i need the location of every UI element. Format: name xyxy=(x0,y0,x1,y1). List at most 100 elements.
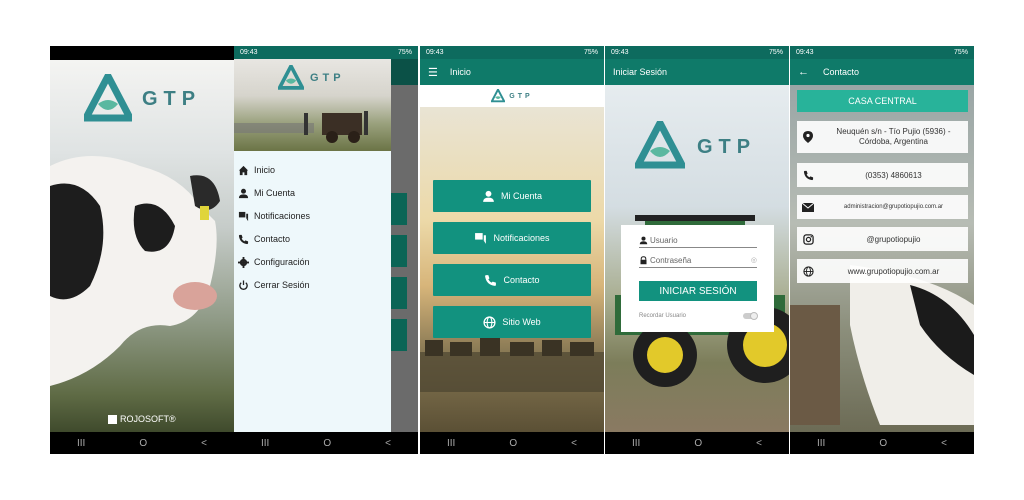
person-icon xyxy=(483,190,494,202)
drawer-item-mi-cuenta[interactable]: Mi Cuenta xyxy=(238,184,295,202)
back-button[interactable]: < xyxy=(385,438,391,449)
home-button[interactable]: O xyxy=(694,438,702,449)
drawer-screen: 09:43 75% GTP Inicio Mi Cuenta Notificac… xyxy=(234,46,418,454)
hamburger-menu-icon[interactable]: ☰ xyxy=(428,66,438,79)
home-button-mi-cuenta[interactable]: Mi Cuenta xyxy=(433,180,591,212)
system-nav-bar: III O < xyxy=(605,432,789,454)
phone-icon xyxy=(485,274,497,286)
contact-instagram-text: @grupotiopujio xyxy=(866,234,921,244)
system-nav-bar: III O < xyxy=(50,432,234,454)
contact-app-bar: ← Contacto xyxy=(790,59,974,85)
contact-web-text: www.grupotiopujio.com.ar xyxy=(847,266,940,276)
back-button[interactable]: < xyxy=(201,438,207,449)
home-icon xyxy=(238,165,249,175)
phone-icon xyxy=(803,170,813,180)
globe-icon xyxy=(802,265,814,277)
casa-central-header: CASA CENTRAL xyxy=(797,90,968,112)
username-field[interactable]: Usuario xyxy=(639,233,757,248)
home-logo-text: GTP xyxy=(509,92,533,100)
home-button-notificaciones[interactable]: Notificaciones xyxy=(433,222,591,254)
chat-icon xyxy=(238,211,249,221)
password-field[interactable]: Contraseña ◎ xyxy=(639,253,757,268)
person-icon xyxy=(238,188,249,198)
page-title: Contacto xyxy=(823,67,860,77)
home-logo-bar: GTP xyxy=(420,85,604,107)
remember-user-label: Recordar Usuario xyxy=(639,313,687,319)
power-icon xyxy=(239,279,248,290)
remember-user-toggle[interactable] xyxy=(743,312,758,320)
globe-icon xyxy=(483,315,496,329)
contact-screen: 09:43 75% ← Contacto CASA CENTRAL Neuqué… xyxy=(790,46,974,454)
cow-image xyxy=(790,265,974,425)
chat-icon xyxy=(475,232,487,244)
contact-row-instagram[interactable]: @grupotiopujio xyxy=(797,227,968,251)
mail-icon xyxy=(802,202,814,212)
phone-icon xyxy=(238,234,249,244)
page-title: Inicio xyxy=(449,67,471,77)
back-button[interactable]: < xyxy=(756,438,762,449)
status-bar: 09:43 75% xyxy=(790,46,974,59)
home-button[interactable]: O xyxy=(139,438,147,449)
home-app-bar: ☰ Inicio xyxy=(420,59,604,85)
username-placeholder: Usuario xyxy=(650,235,678,245)
status-bar: 09:43 75% xyxy=(234,46,418,59)
dimmed-home-background xyxy=(391,59,418,432)
home-screen: 09:43 75% ☰ Inicio GTP Mi Cuenta Notific… xyxy=(420,46,604,454)
navigation-drawer: GTP Inicio Mi Cuenta Notificaciones Cont xyxy=(234,59,391,432)
eye-off-icon[interactable]: ◎ xyxy=(751,256,757,264)
login-card: Usuario Contraseña ◎ INICIAR SESIÓN Reco… xyxy=(621,225,774,332)
home-gtp-logo-icon xyxy=(491,89,506,103)
status-bar: 09:43 75% xyxy=(605,46,789,59)
gtp-logo-icon xyxy=(84,74,132,122)
recent-apps-button[interactable]: III xyxy=(447,438,455,449)
calf-image xyxy=(50,156,220,386)
system-nav-bar: III O < xyxy=(790,432,974,454)
cattle-silhouette-image xyxy=(420,338,604,392)
location-pin-icon xyxy=(803,131,813,143)
recent-apps-button[interactable]: III xyxy=(77,438,85,449)
drawer-item-cerrar-sesion[interactable]: Cerrar Sesión xyxy=(238,276,310,294)
home-button[interactable]: O xyxy=(323,438,331,449)
home-button-sitio-web[interactable]: Sitio Web xyxy=(433,306,591,338)
login-logo-text: GTP xyxy=(697,136,757,158)
lock-icon xyxy=(640,255,647,264)
rojosoft-logo-icon xyxy=(108,414,117,424)
drawer-item-inicio[interactable]: Inicio xyxy=(238,161,275,179)
recent-apps-button[interactable]: III xyxy=(261,438,269,449)
page-title: Iniciar Sesión xyxy=(613,67,668,77)
back-arrow-icon[interactable]: ← xyxy=(798,66,809,78)
contact-row-phone[interactable]: (0353) 4860613 xyxy=(797,163,968,187)
home-button[interactable]: O xyxy=(509,438,517,449)
login-screen: 09:43 75% Iniciar Sesión GTP Usuario Con… xyxy=(605,46,789,454)
home-button-contacto[interactable]: Contacto xyxy=(433,264,591,296)
status-bar: 09:43 75% xyxy=(420,46,604,59)
system-nav-bar: III O < xyxy=(420,432,604,454)
back-button[interactable]: < xyxy=(571,438,577,449)
drawer-gtp-logo-icon xyxy=(278,65,304,90)
splash-screen: GTP ROJOSOFT® III O < xyxy=(50,46,234,454)
contact-row-address[interactable]: Neuquén s/n - Tío Pujio (5936) - Córdoba… xyxy=(797,121,968,153)
contact-row-email[interactable]: administracion@grupotiopujio.com.ar xyxy=(797,195,968,219)
rojosoft-brand: ROJOSOFT® xyxy=(108,414,176,424)
password-placeholder: Contraseña xyxy=(650,255,692,265)
home-button[interactable]: O xyxy=(879,438,887,449)
splash-logo-text: GTP xyxy=(142,88,202,110)
person-icon xyxy=(639,236,648,244)
gear-icon xyxy=(238,256,249,268)
login-submit-button[interactable]: INICIAR SESIÓN xyxy=(639,281,757,301)
instagram-icon xyxy=(802,233,814,245)
contact-row-web[interactable]: www.grupotiopujio.com.ar xyxy=(797,259,968,283)
remember-user-row: Recordar Usuario xyxy=(639,311,758,321)
drawer-item-configuracion[interactable]: Configuración xyxy=(238,253,310,271)
drawer-item-contacto[interactable]: Contacto xyxy=(238,230,290,248)
contact-address-text: Neuquén s/n - Tío Pujio (5936) - Córdoba… xyxy=(836,127,951,146)
recent-apps-button[interactable]: III xyxy=(632,438,640,449)
drawer-logo-text: GTP xyxy=(310,72,345,84)
contact-phone-text: (0353) 4860613 xyxy=(865,170,922,180)
drawer-item-notificaciones[interactable]: Notificaciones xyxy=(238,207,310,225)
login-gtp-logo-icon xyxy=(635,121,685,169)
back-button[interactable]: < xyxy=(941,438,947,449)
system-nav-bar: III O < xyxy=(234,432,418,454)
recent-apps-button[interactable]: III xyxy=(817,438,825,449)
horse-cart-image xyxy=(234,111,368,143)
